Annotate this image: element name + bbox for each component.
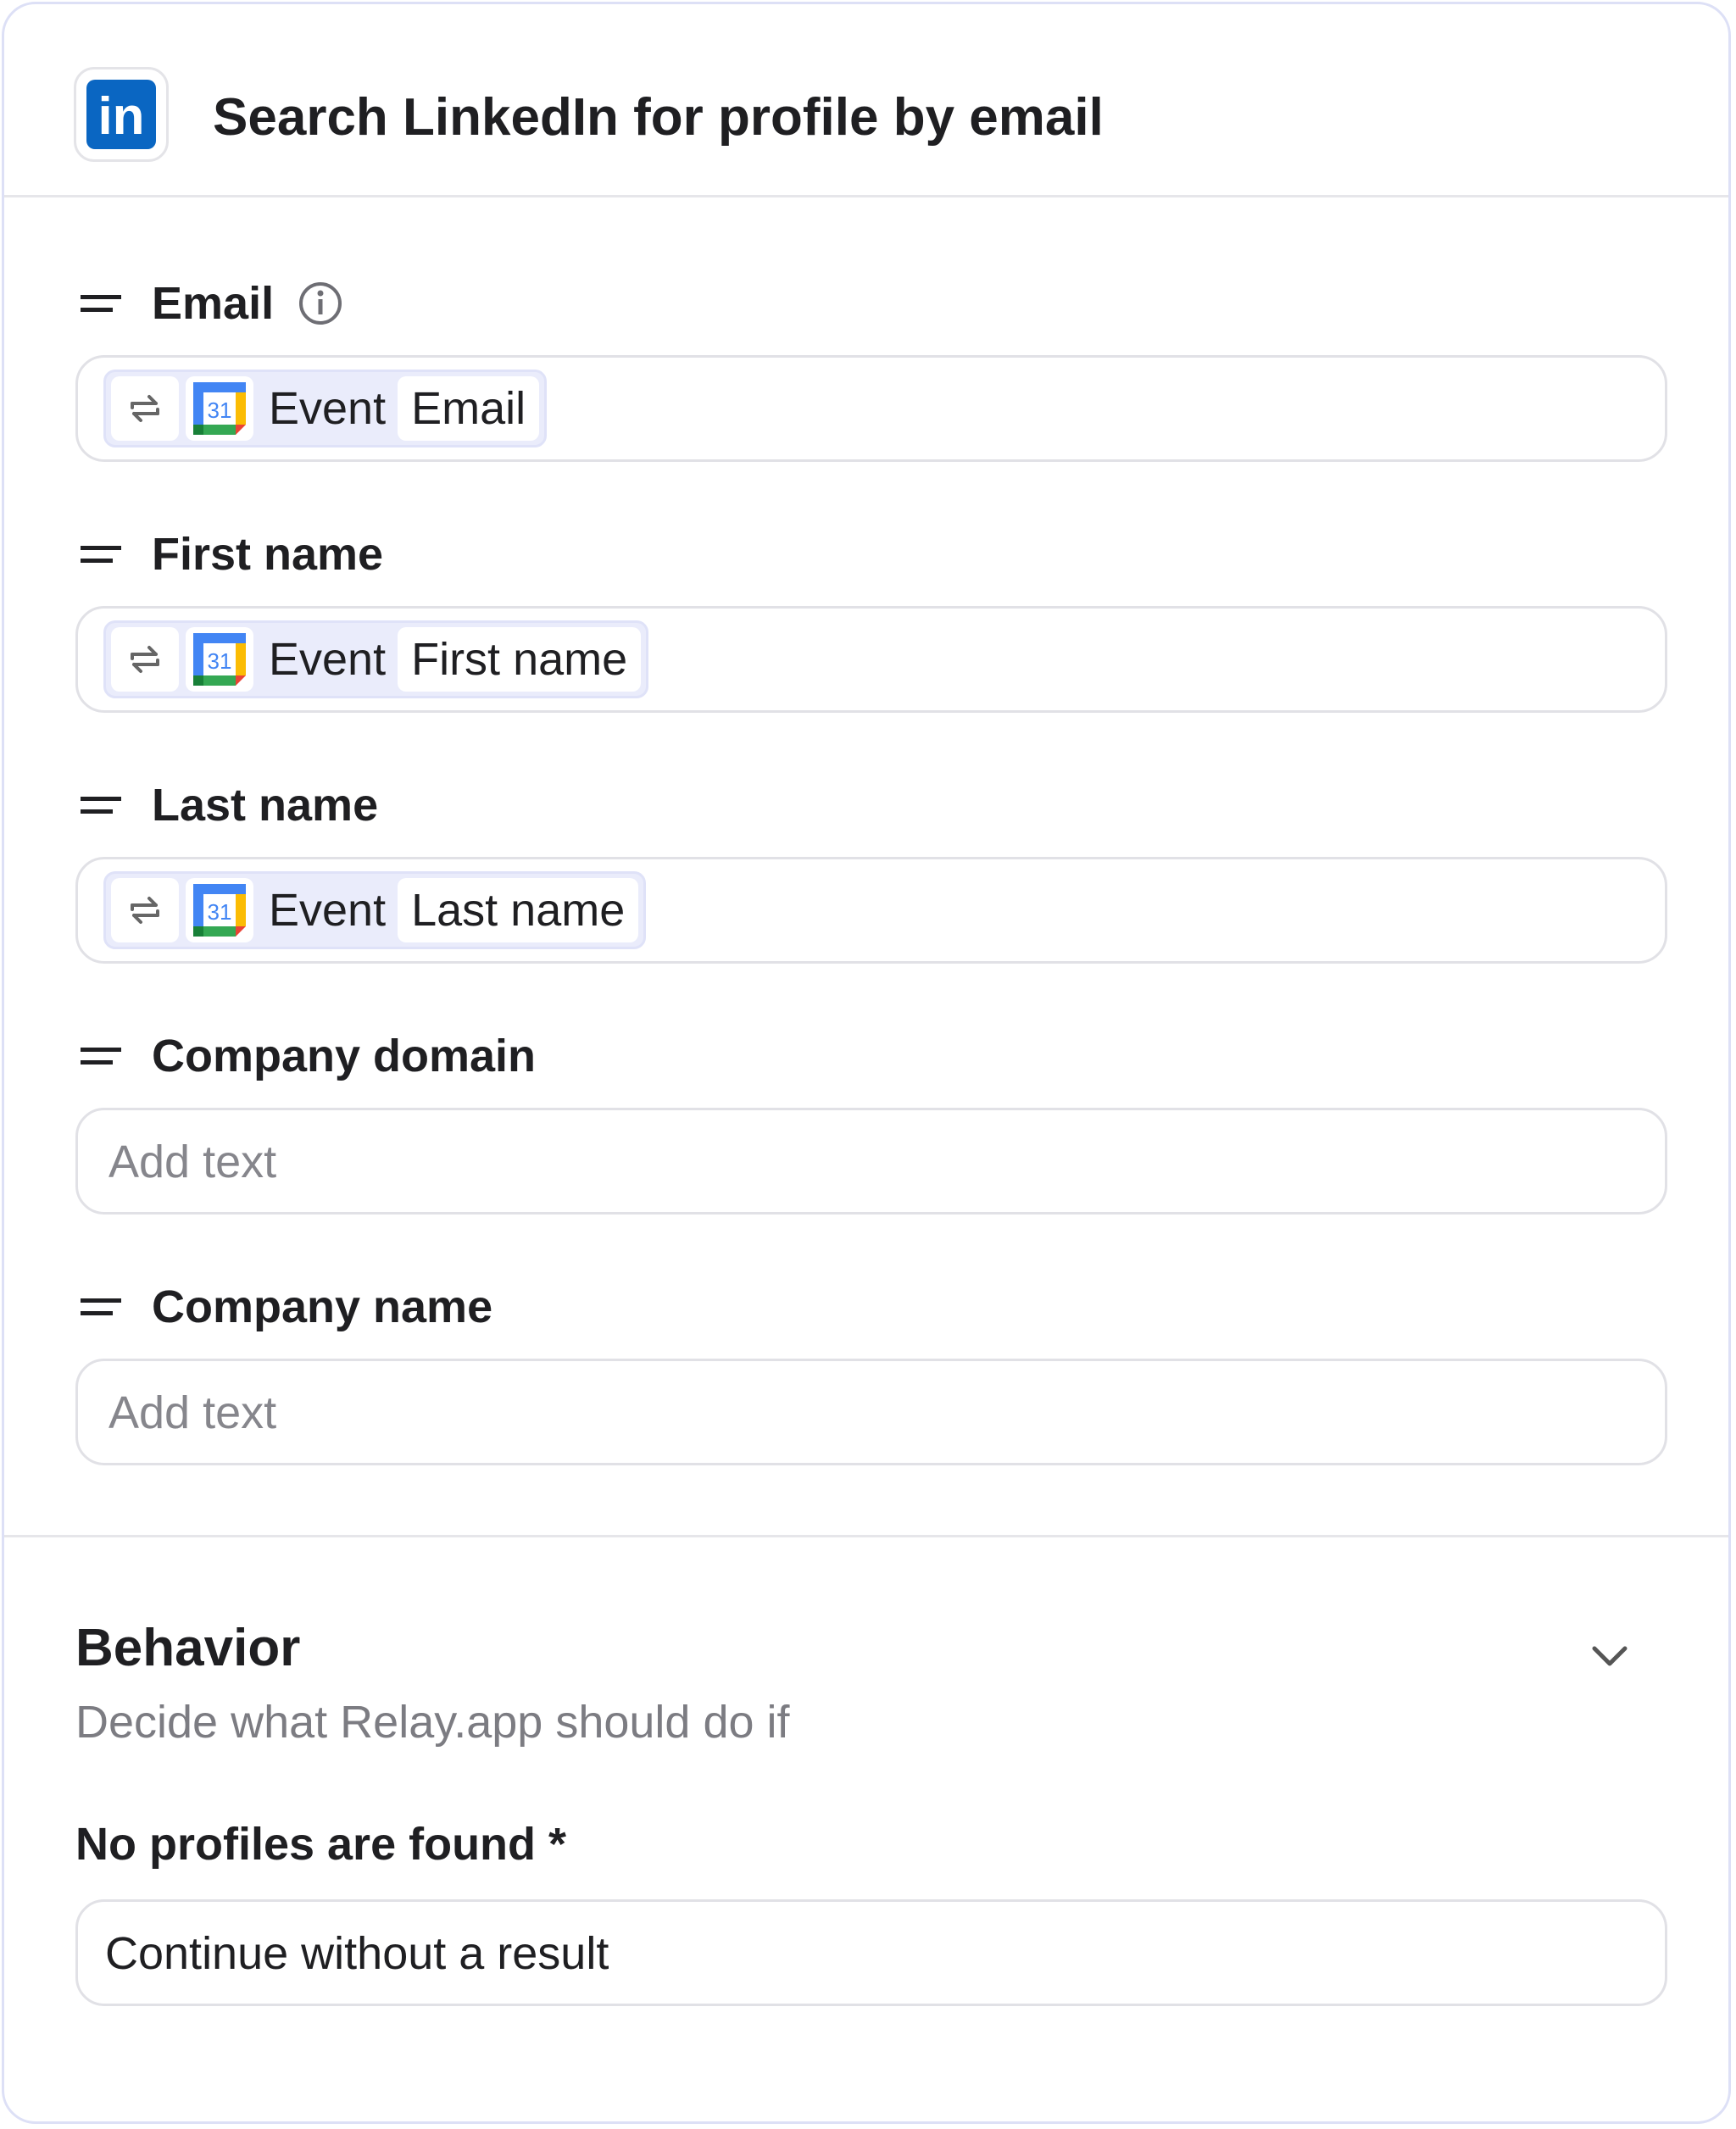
company-domain-input[interactable]: Add text: [75, 1108, 1667, 1215]
info-icon[interactable]: [298, 281, 343, 326]
section-divider: [4, 1535, 1728, 1537]
linkedin-logo: in: [74, 67, 169, 162]
no-profiles-select[interactable]: Continue without a result: [75, 1899, 1667, 2006]
field-label-company-domain: Company domain: [81, 1028, 536, 1084]
variable-token[interactable]: 31 Event First name: [103, 620, 649, 698]
select-value: Continue without a result: [105, 1928, 609, 1979]
field-label-text: Company name: [152, 1281, 493, 1332]
variable-token[interactable]: 31 Event Last name: [103, 871, 647, 949]
field-label-text: Last name: [152, 780, 379, 831]
swap-token-button[interactable]: [111, 627, 179, 692]
page-title: Search LinkedIn for profile by email: [213, 88, 1104, 147]
swap-token-button[interactable]: [111, 376, 179, 441]
token-source: Event: [269, 383, 387, 434]
field-label-company-name: Company name: [81, 1279, 492, 1335]
field-label-text: Company domain: [152, 1031, 537, 1081]
token-source: Event: [269, 885, 387, 936]
variable-token[interactable]: 31 Event Email: [103, 370, 548, 447]
field-label-last-name: Last name: [81, 777, 378, 833]
google-calendar-icon: 31: [186, 627, 253, 692]
svg-text:31: 31: [208, 648, 232, 674]
google-calendar-icon: 31: [186, 878, 253, 942]
input-placeholder: Add text: [108, 1387, 277, 1438]
text-lines-icon: [81, 295, 121, 312]
company-name-input[interactable]: Add text: [75, 1359, 1667, 1465]
swap-token-button[interactable]: [111, 878, 179, 942]
svg-text:31: 31: [208, 397, 232, 423]
field-label-first-name: First name: [81, 526, 383, 582]
token-field: First name: [398, 627, 642, 692]
step-panel: in Search LinkedIn for profile by email …: [2, 2, 1731, 2124]
swap-icon: [131, 897, 159, 924]
email-field[interactable]: 31 Event Email: [75, 355, 1667, 462]
text-lines-icon: [81, 1298, 121, 1315]
linkedin-icon: in: [86, 80, 156, 149]
text-lines-icon: [81, 1048, 121, 1064]
behavior-section-subtitle: Decide what Relay.app should do if: [75, 1697, 790, 1748]
text-lines-icon: [81, 797, 121, 814]
field-label-email: Email: [81, 275, 343, 331]
input-placeholder: Add text: [108, 1137, 277, 1187]
swap-icon: [131, 395, 159, 422]
swap-icon: [131, 646, 159, 673]
google-calendar-icon: 31: [186, 376, 253, 441]
no-profiles-label: No profiles are found *: [75, 1819, 567, 1870]
first-name-field[interactable]: 31 Event First name: [75, 606, 1667, 713]
text-lines-icon: [81, 546, 121, 563]
token-field: Last name: [398, 878, 639, 942]
svg-text:in: in: [97, 87, 144, 146]
svg-text:31: 31: [208, 899, 232, 925]
behavior-section-title: Behavior: [75, 1619, 301, 1677]
panel-header: in Search LinkedIn for profile by email: [4, 4, 1728, 197]
last-name-field[interactable]: 31 Event Last name: [75, 857, 1667, 964]
token-source: Event: [269, 634, 387, 685]
field-label-text: First name: [152, 529, 384, 580]
token-field: Email: [398, 376, 540, 441]
field-label-text: Email: [152, 278, 275, 329]
chevron-down-icon[interactable]: [1588, 1633, 1632, 1677]
